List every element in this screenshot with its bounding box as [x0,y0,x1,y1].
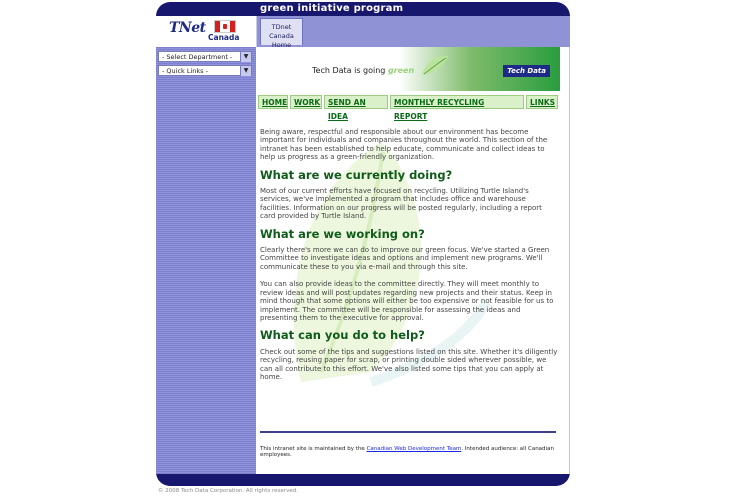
select-department-label: - Select Department - [162,53,233,61]
page-frame: green initiative program TNet Canada TDn… [156,2,570,486]
nav-monthly-recycling-report[interactable]: MONTHLY RECYCLING REPORT [390,95,524,121]
nav-links[interactable]: LINKS [526,95,558,109]
tech-data-logo: Tech Data [503,65,550,77]
section-heading-current: What are we currently doing? [260,167,453,182]
chevron-down-icon: ▼ [240,52,251,62]
sidebar: - Select Department - ▼ - Quick Links - … [156,47,256,474]
copyright-text: © 2008 Tech Data Corporation. All rights… [158,488,298,494]
page-title: green initiative program [260,3,404,14]
footer-divider [260,431,556,433]
green-banner: Tech Data is going green Tech Data [260,47,560,91]
intro-paragraph: Being aware, respectful and responsible … [260,128,548,162]
footer-text: This intranet site is maintained by the … [260,446,560,458]
section-heading-help: What can you do to help? [260,328,425,343]
help-paragraph: Check out some of the tips and suggestio… [260,347,558,381]
working-paragraph-2: You can also provide ideas to the commit… [260,280,554,322]
top-bar: green initiative program [156,2,570,16]
main-content: Being aware, respectful and responsible … [260,128,558,390]
logo-subtext: Canada [208,33,240,42]
nav-work[interactable]: WORK [290,95,322,109]
tab-tdnet-canada-home[interactable]: TDnet Canada Home [260,18,303,49]
tnet-canada-logo[interactable]: TNet Canada [156,16,257,47]
main-nav: HOME WORK SEND AN IDEA MONTHLY RECYCLING… [258,95,560,121]
current-paragraph: Most of our current efforts have focused… [260,187,542,221]
select-department-dropdown[interactable]: - Select Department - ▼ [158,51,252,62]
banner-tagline: Tech Data is going green [312,66,414,75]
bottom-bar [156,474,570,486]
banner-going-word: green [387,66,415,75]
quick-links-dropdown[interactable]: - Quick Links - ▼ [158,65,252,76]
banner-going-prefix: Tech Data is going [312,66,388,75]
logo-text: TNet [169,20,206,36]
nav-home[interactable]: HOME [258,95,288,109]
footer-dev-team-link[interactable]: Canadian Web Development Team [367,446,462,452]
canada-flag-icon [214,20,236,33]
nav-send-an-idea[interactable]: SEND AN IDEA [324,95,388,121]
section-heading-working: What are we working on? [260,226,425,241]
working-paragraph-1: Clearly there's more we can do to improv… [260,246,550,271]
header: TNet Canada TDnet Canada Home [156,16,570,49]
leaf-icon [422,55,448,75]
chevron-down-icon: ▼ [240,66,251,76]
quick-links-label: - Quick Links - [162,67,208,75]
